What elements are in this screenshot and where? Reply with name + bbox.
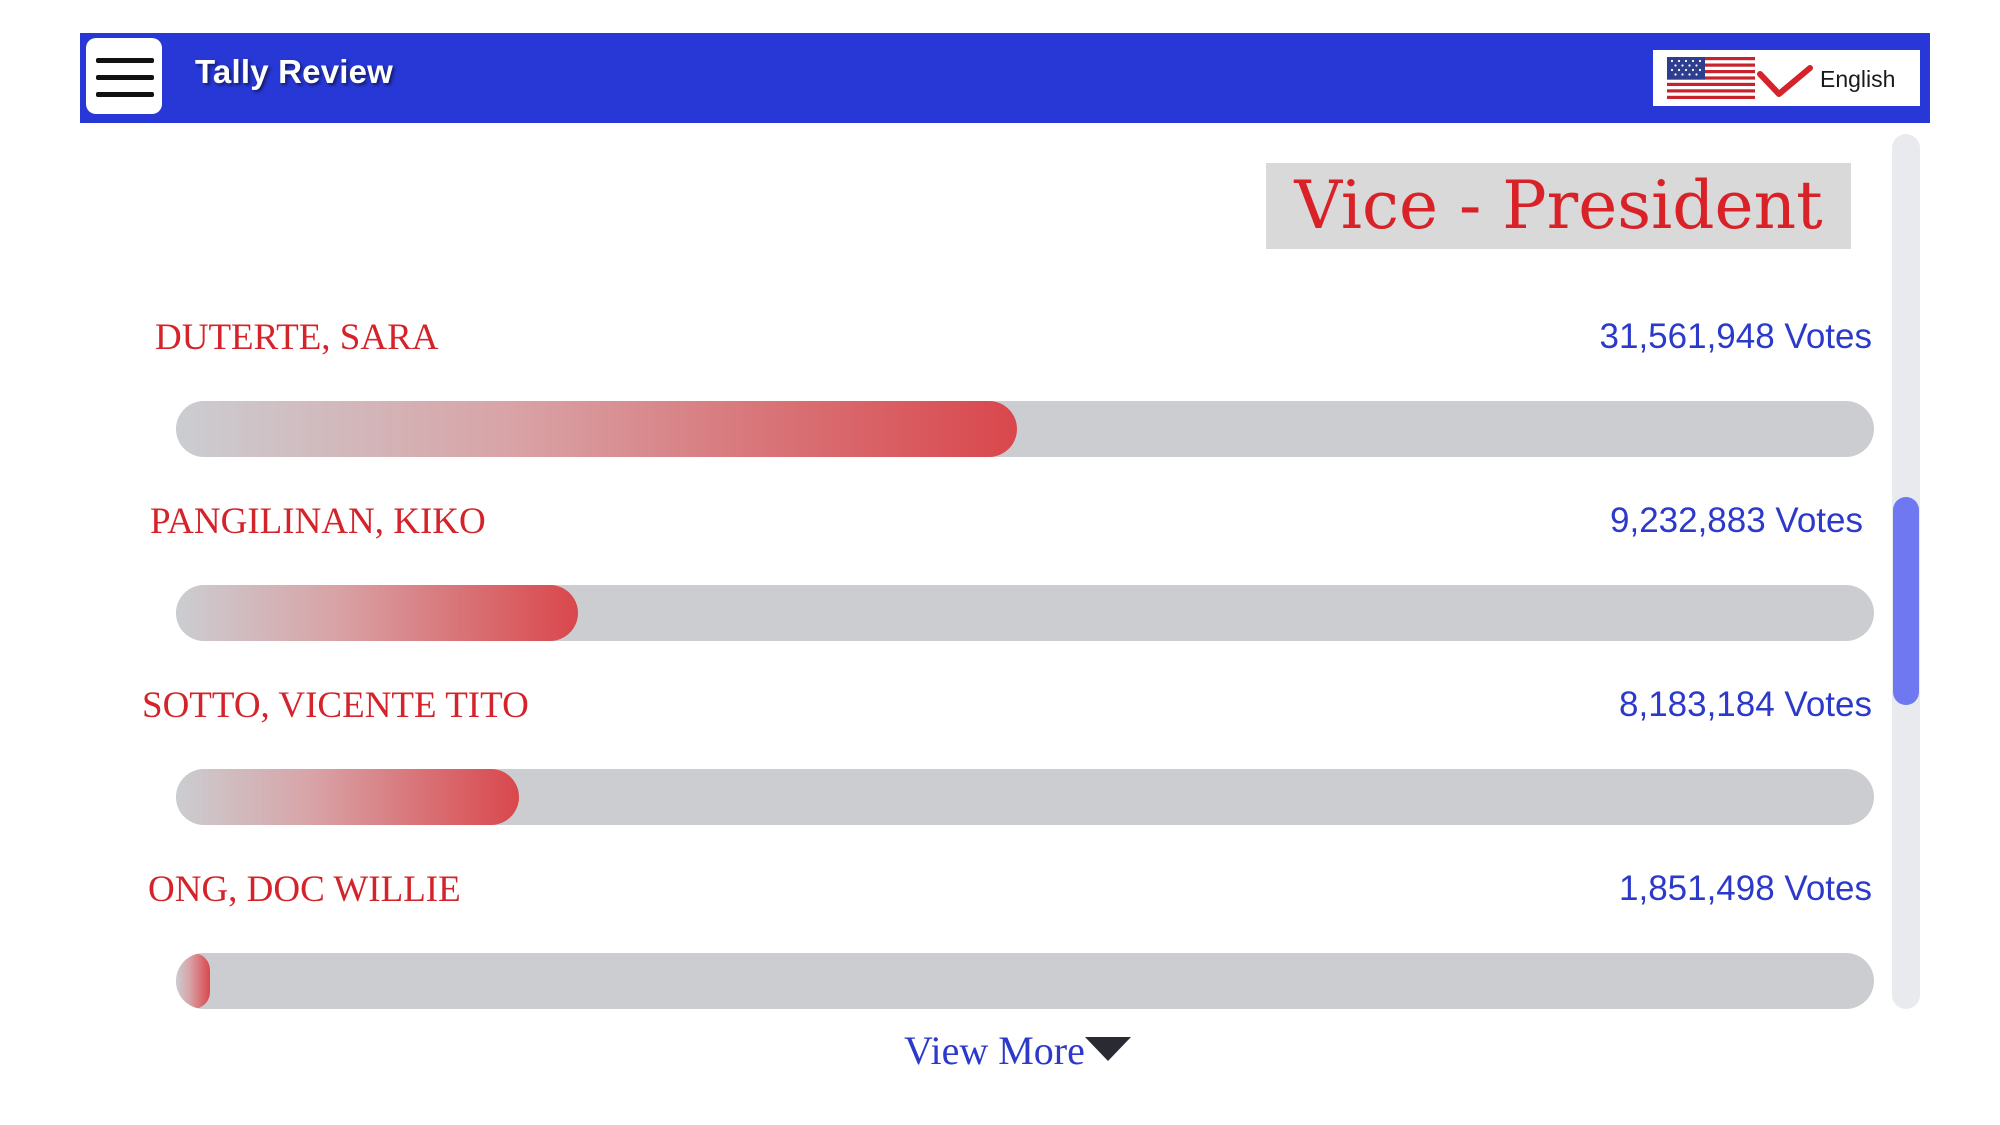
- language-selector[interactable]: English: [1653, 50, 1920, 106]
- candidate-name: ONG, DOC WILLIE: [148, 869, 461, 910]
- candidate-name: PANGILINAN, KIKO: [150, 501, 486, 542]
- top-app-bar: Tally Review English: [80, 33, 1930, 123]
- scrollbar-thumb[interactable]: [1893, 497, 1919, 705]
- vote-bar-fill: [176, 953, 210, 1009]
- language-label: English: [1820, 66, 1896, 92]
- menu-button[interactable]: [86, 38, 162, 114]
- section-title: Vice - President: [1266, 163, 1851, 249]
- candidate-votes: 1,851,498 Votes: [1619, 869, 1872, 908]
- candidate-votes: 8,183,184 Votes: [1619, 685, 1872, 724]
- vote-bar-track: [176, 585, 1874, 641]
- caret-down-icon: [1084, 1036, 1131, 1061]
- us-flag-icon: [1667, 57, 1755, 99]
- vote-bar-fill: [176, 401, 1017, 457]
- view-more-link[interactable]: View More: [904, 1027, 1133, 1074]
- candidate-name: DUTERTE, SARA: [155, 317, 439, 358]
- candidate-votes: 9,232,883 Votes: [1610, 501, 1863, 540]
- vote-bar-track: [176, 769, 1874, 825]
- app-title: Tally Review: [195, 53, 394, 90]
- candidate-votes: 31,561,948 Votes: [1599, 317, 1872, 356]
- vote-bar-fill: [176, 585, 579, 641]
- checkmark-icon: [1757, 65, 1813, 97]
- vote-bar-track: [176, 401, 1874, 457]
- candidate-name: SOTTO, VICENTE TITO: [142, 685, 529, 726]
- view-more-label: View More: [904, 1028, 1085, 1073]
- vote-bar-track: [176, 953, 1874, 1009]
- vote-bar-fill: [176, 769, 519, 825]
